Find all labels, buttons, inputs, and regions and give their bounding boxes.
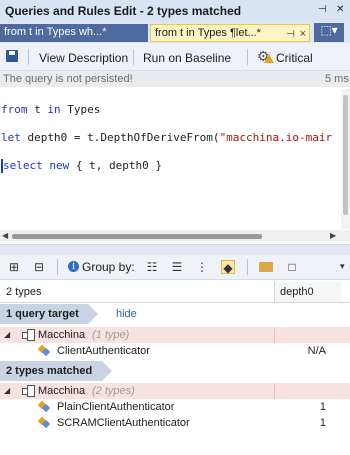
tab-query-2[interactable]: from t in Types ¶let...* ⊣ ×	[150, 24, 310, 42]
namespace-icon	[22, 385, 35, 397]
section-arrow	[88, 304, 98, 324]
toolbar-separator	[247, 49, 248, 65]
keyword: new	[49, 159, 70, 172]
group-name: Macchina	[38, 329, 86, 341]
expand-all-icon[interactable]: ⊞	[7, 260, 21, 274]
status-bar: The query is not persisted! 5 ms	[0, 71, 350, 87]
hide-link[interactable]: hide	[116, 308, 137, 320]
group-by-tree-icon[interactable]: ☰	[170, 260, 184, 274]
folder-icon[interactable]	[259, 262, 273, 272]
toolbar-separator	[28, 49, 29, 65]
document-icon[interactable]: □	[285, 260, 299, 274]
editor-vertical-scrollbar[interactable]	[341, 89, 350, 229]
toolbar-separator	[57, 259, 58, 275]
results-header: 2 types depth0	[0, 282, 350, 303]
tab-label: from t in Types ¶let...*	[155, 27, 261, 39]
close-icon[interactable]: ✕	[336, 4, 344, 15]
query-editor[interactable]: from t in Types let depth0 = t.DepthOfDe…	[1, 89, 347, 187]
section-label: 1 query target	[0, 304, 88, 324]
group-name: Macchina	[38, 385, 86, 397]
critical-toggle-button[interactable]: Critical	[276, 51, 313, 65]
tab-strip: from t in Types wh...* from t in Types ¶…	[0, 22, 350, 43]
column-divider	[274, 383, 275, 399]
scroll-left-icon[interactable]: ◀	[2, 231, 8, 240]
group-row[interactable]: ◢ Macchina (1 type)	[0, 327, 350, 343]
class-icon	[37, 400, 51, 413]
group-by-namespace-icon[interactable]: ☷	[145, 260, 159, 274]
depth-value: 1	[319, 401, 326, 413]
keyword: from	[1, 103, 28, 116]
scrollbar-thumb[interactable]	[343, 95, 348, 215]
depth-value: 1	[319, 417, 326, 429]
code-line-1: from t in Types	[1, 103, 347, 117]
results-toolbar: ⊞ ⊟ i Group by: ☷ ☰ ⋮ ◆ □ ▾	[0, 255, 350, 280]
table-row[interactable]: SCRAMClientAuthenticator 1	[0, 415, 350, 431]
tab-close-icon[interactable]: ×	[300, 28, 306, 40]
group-by-label: Group by:	[82, 260, 135, 274]
type-name: ClientAuthenticator	[57, 345, 150, 357]
collapse-arrow-icon[interactable]: ◢	[4, 330, 10, 339]
view-description-button[interactable]: View Description	[39, 51, 128, 65]
group-count: (1 type)	[92, 329, 130, 341]
query-toolbar: View Description Run on Baseline ⚙ Criti…	[0, 43, 350, 71]
group-row[interactable]: ◢ Macchina (2 types)	[0, 383, 350, 399]
code-text: depth0 = t.DepthOfDeriveFrom(	[20, 131, 220, 144]
table-row[interactable]: PlainClientAuthenticator 1	[0, 399, 350, 415]
window-title: Queries and Rules Edit - 2 types matched	[5, 4, 242, 18]
toolbar-separator	[133, 49, 134, 65]
tab-label: from t in Types wh...*	[4, 26, 107, 38]
group-count: (2 types)	[92, 385, 135, 397]
critical-rule-icon: ⚙	[257, 48, 274, 64]
window-title-bar: Queries and Rules Edit - 2 types matched…	[0, 0, 350, 23]
keyword: let	[1, 131, 21, 144]
code-line-2: let depth0 = t.DepthOfDeriveFrom("macchi…	[1, 131, 347, 145]
type-name: SCRAMClientAuthenticator	[57, 417, 190, 429]
namespace-icon	[22, 329, 35, 341]
scroll-right-icon[interactable]: ▶	[330, 231, 336, 240]
collapse-arrow-icon[interactable]: ◢	[4, 386, 10, 395]
code-text: { t, depth0 }	[69, 159, 162, 172]
tab-pin-icon[interactable]: ⊣	[286, 29, 295, 40]
group-by-list-icon[interactable]: ⋮	[195, 260, 209, 274]
string-literal: "macchina.io-mair	[219, 131, 333, 144]
code-text: Types	[60, 103, 101, 116]
info-icon: i	[68, 261, 79, 272]
group-by-type-icon[interactable]: ◆	[221, 260, 235, 275]
tab-query-1[interactable]: from t in Types wh...*	[0, 24, 148, 42]
class-icon	[37, 416, 51, 429]
code-line-3: select new { t, depth0 }	[1, 159, 347, 173]
new-tab-dropdown-button[interactable]: ⬚▾	[314, 23, 344, 42]
code-text: t	[27, 103, 48, 116]
column-divider	[274, 327, 275, 343]
overflow-chevron-icon[interactable]: ▾	[340, 261, 345, 272]
save-icon[interactable]	[6, 50, 18, 62]
depth-value: N/A	[307, 345, 326, 357]
column-header-label: depth0	[280, 286, 314, 298]
column-header-depth0[interactable]: depth0	[274, 282, 341, 302]
type-name: PlainClientAuthenticator	[57, 401, 175, 413]
section-arrow	[102, 361, 112, 381]
scrollbar-thumb[interactable]	[12, 234, 262, 239]
status-message: The query is not persisted!	[3, 73, 133, 85]
query-duration: 5 ms	[325, 73, 349, 85]
table-row[interactable]: ClientAuthenticator N/A	[0, 343, 350, 359]
results-count: 2 types	[6, 286, 42, 298]
editor-horizontal-scrollbar[interactable]: ◀ ▶	[0, 230, 350, 242]
toolbar-separator	[247, 259, 248, 275]
keyword: select	[3, 159, 43, 172]
collapse-all-icon[interactable]: ⊟	[32, 260, 46, 274]
pin-icon[interactable]: ⊣	[318, 4, 327, 15]
keyword: in	[47, 103, 61, 116]
class-icon	[37, 344, 51, 357]
section-label: 2 types matched	[0, 361, 102, 381]
run-on-baseline-button[interactable]: Run on Baseline	[143, 51, 231, 65]
